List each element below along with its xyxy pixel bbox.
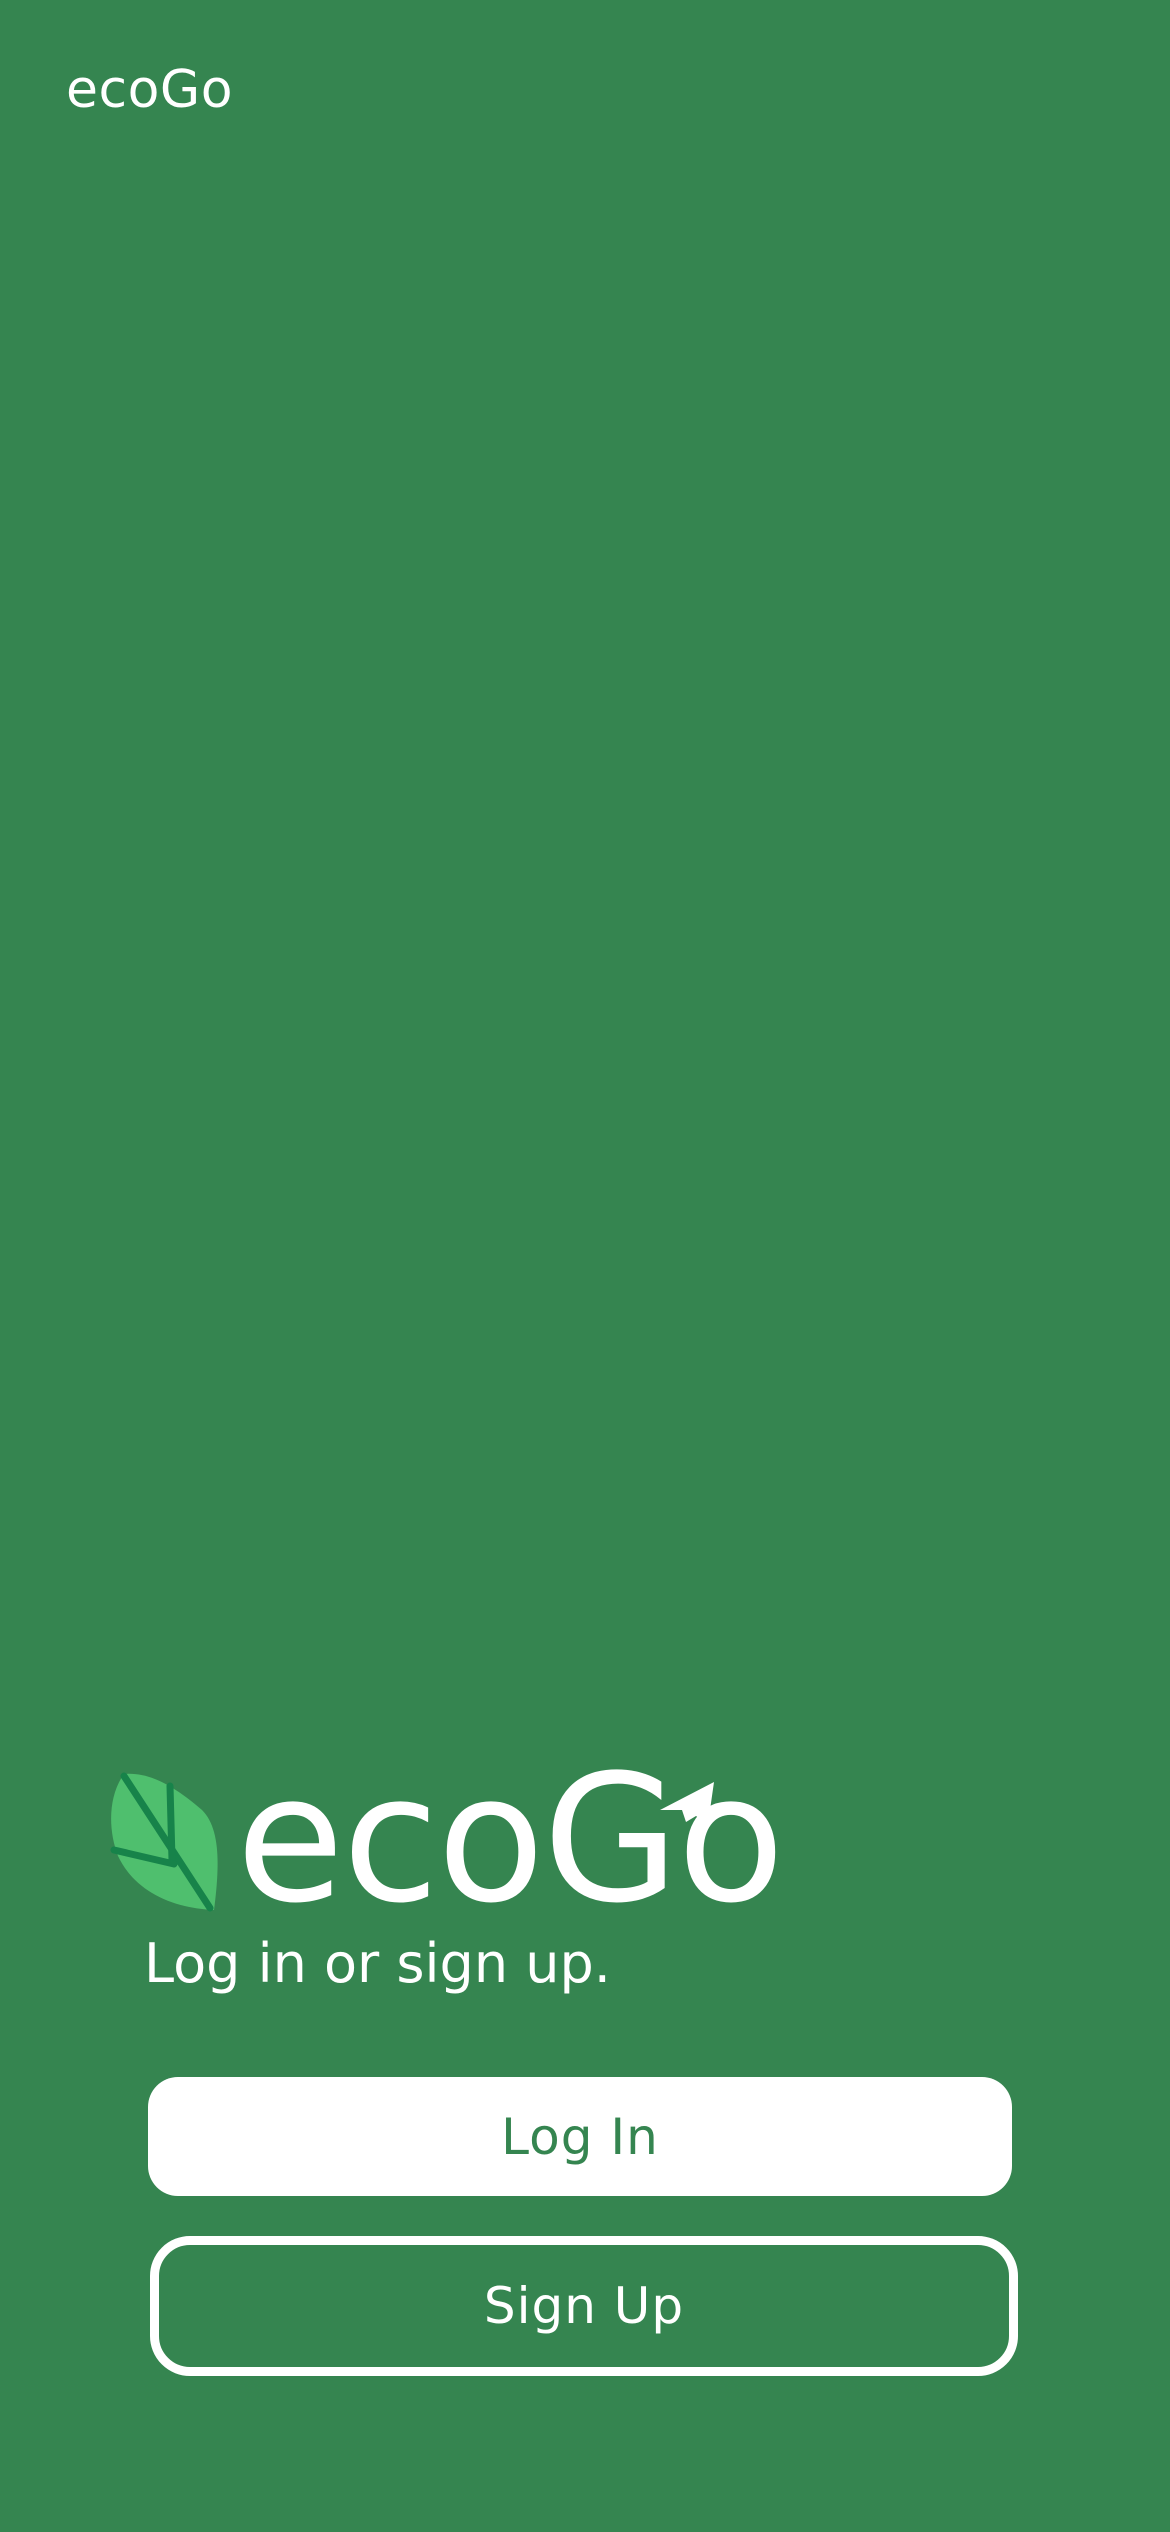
header-title: ecoGo: [66, 60, 234, 120]
signup-button[interactable]: Sign Up: [150, 2236, 1018, 2376]
login-button-label: Log In: [501, 2107, 659, 2166]
signup-button-label: Sign Up: [483, 2277, 685, 2335]
leaf-icon: [110, 1772, 218, 1912]
login-button[interactable]: Log In: [148, 2077, 1012, 2196]
tagline: Log in or sign up.: [144, 1932, 611, 1995]
logo-wordmark: ecoGo: [236, 1737, 785, 1942]
ecogo-logo: ecoGo: [110, 1750, 830, 1930]
arrow-icon: [660, 1782, 714, 1824]
